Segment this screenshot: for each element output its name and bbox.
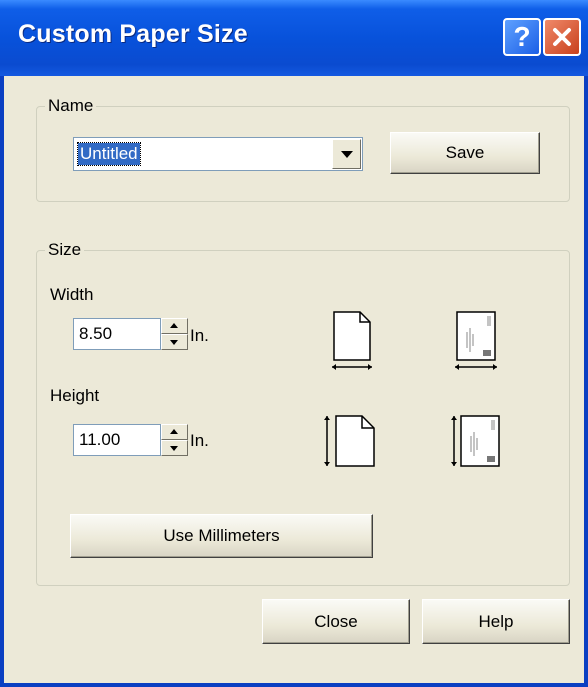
title-bar[interactable]: Custom Paper Size ? [0, 0, 588, 76]
help-question-icon[interactable]: ? [503, 18, 541, 56]
chevron-down-icon[interactable] [332, 139, 361, 169]
envelope-width-icon [455, 311, 497, 370]
width-unit: In. [190, 326, 209, 345]
use-millimeters-button[interactable]: Use Millimeters [70, 514, 373, 558]
width-increment-icon[interactable] [161, 318, 188, 334]
height-spinner[interactable] [161, 424, 188, 456]
height-decrement-icon[interactable] [161, 440, 188, 456]
name-legend: Name [48, 96, 94, 115]
help-button[interactable]: Help [422, 599, 570, 644]
height-increment-icon[interactable] [161, 424, 188, 440]
paper-name-value[interactable]: Untitled [77, 142, 141, 166]
envelope-height-icon [451, 415, 500, 467]
window-title: Custom Paper Size [18, 20, 248, 48]
size-legend: Size [48, 240, 82, 259]
height-label: Height [50, 386, 100, 405]
width-spinner[interactable] [161, 318, 188, 350]
close-x-icon[interactable] [543, 18, 581, 56]
save-button[interactable]: Save [390, 132, 540, 174]
width-input[interactable]: 8.50 [73, 318, 161, 350]
paper-width-icon [332, 311, 372, 370]
width-decrement-icon[interactable] [161, 334, 188, 350]
paper-name-combobox[interactable]: Untitled [73, 137, 363, 171]
paper-height-icon [324, 415, 375, 467]
height-input[interactable]: 11.00 [73, 424, 161, 456]
width-label: Width [50, 285, 94, 304]
height-unit: In. [190, 431, 209, 450]
close-button[interactable]: Close [262, 599, 410, 644]
